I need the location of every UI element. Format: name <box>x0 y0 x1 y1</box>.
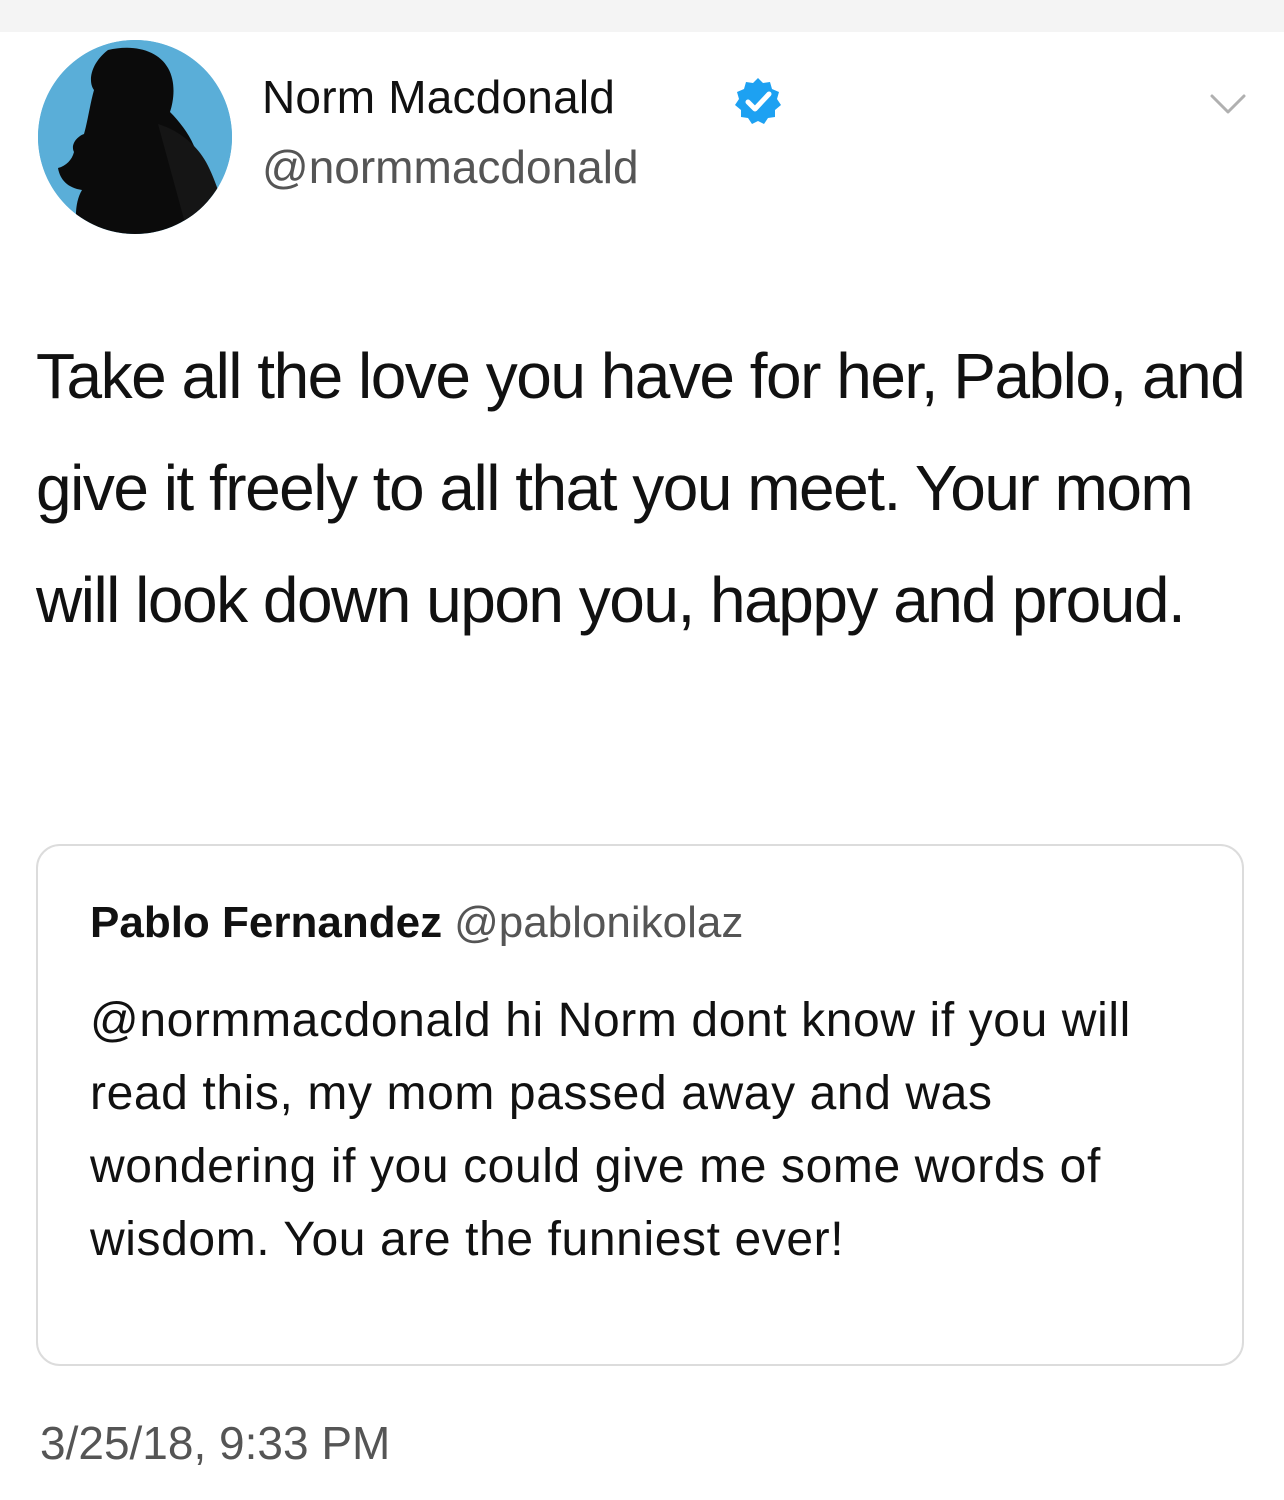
top-strip <box>0 0 1284 32</box>
author-avatar[interactable] <box>38 40 232 234</box>
quoted-tweet-text: @normmacdonald hi Norm dont know if you … <box>90 994 1131 1266</box>
quoted-tweet-header: Pablo Fernandez @pablonikolaz <box>90 898 743 948</box>
tweet-card: Norm Macdonald @normmacdonald Take all t… <box>0 32 1284 1500</box>
silhouette-avatar-icon <box>38 40 232 234</box>
quoted-tweet[interactable]: Pablo Fernandez @pablonikolaz @normmacdon… <box>36 844 1244 1366</box>
chevron-down-icon[interactable] <box>1208 90 1248 120</box>
verified-badge-icon <box>735 78 781 124</box>
quoted-author-name[interactable]: Pablo Fernandez <box>90 898 442 947</box>
tweet-text: Take all the love you have for her, Pabl… <box>36 340 1246 636</box>
author-handle[interactable]: @normmacdonald <box>262 140 639 194</box>
author-display-name[interactable]: Norm Macdonald <box>262 70 615 124</box>
tweet-timestamp[interactable]: 3/25/18, 9:33 PM <box>40 1416 390 1470</box>
quoted-author-handle[interactable]: @pablonikolaz <box>454 898 743 947</box>
